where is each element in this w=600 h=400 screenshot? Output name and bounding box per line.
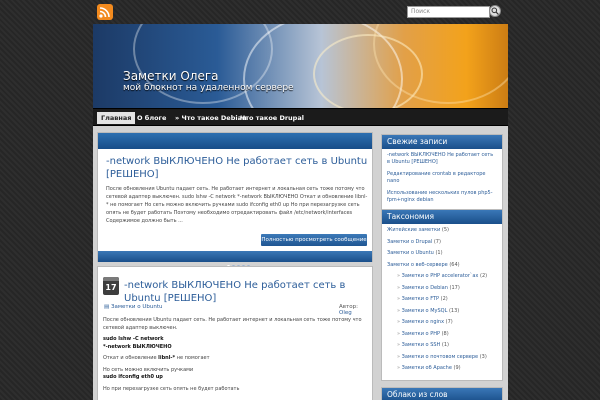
- taxonomy-link[interactable]: Заметки о nginx: [402, 319, 444, 325]
- taxonomy-count: (2): [440, 296, 448, 302]
- taxonomy-count: (2): [480, 273, 488, 279]
- taxonomy-count: (17): [449, 284, 460, 291]
- widget-title: Облако из слов: [382, 388, 502, 400]
- post-paragraph: Но при перезагрузке сеть опять не будет …: [103, 385, 240, 392]
- post-command: sudo ifconfig eth0 up: [103, 374, 163, 380]
- author-link[interactable]: Oleg: [339, 310, 352, 316]
- taxonomy-link[interactable]: Заметки о почтовом сервере: [402, 354, 478, 360]
- taxonomy-subitem[interactable]: Заметки о nginx (7): [387, 319, 497, 326]
- taxonomy-subitem[interactable]: Заметки о FTP (2): [387, 296, 497, 303]
- search-icon[interactable]: [489, 5, 501, 17]
- post-date-badge: 17: [103, 277, 119, 295]
- folder-icon: ▤: [104, 304, 110, 310]
- taxonomy-link[interactable]: Заметки о FTP: [402, 296, 439, 302]
- taxonomy-count: (3): [479, 353, 487, 360]
- rss-icon[interactable]: [97, 4, 113, 20]
- post-paragraph: После обновления Ubuntu падает сеть. Не …: [103, 317, 362, 331]
- taxonomy-subitem[interactable]: Заметки о PHP (8): [387, 331, 497, 338]
- recent-post-link[interactable]: Редактирование crontab в редакторе nano: [387, 171, 497, 185]
- featured-slider: -network ВЫКЛЮЧЕНО Не работает сеть в Ub…: [97, 132, 373, 268]
- widget-title: Свежие записи: [382, 135, 502, 149]
- taxonomy-count: (7): [433, 238, 441, 245]
- taxonomy-subitem[interactable]: Заметки об Apache (9): [387, 365, 497, 372]
- recent-post-link[interactable]: -network ВЫКЛЮЧЕНО Не работает сеть в Ub…: [387, 152, 497, 166]
- site-description: мой блокнот на удаленном сервере: [123, 83, 294, 93]
- nav-item-drupal[interactable]: Что такое Drupal: [236, 112, 308, 124]
- main-nav: Главная О блоге » Что такое Debian Что т…: [93, 108, 508, 126]
- post-body: После обновления Ubuntu падает сеть. Не …: [103, 317, 369, 397]
- taxonomy-item[interactable]: Заметки о Drupal (7): [387, 239, 497, 246]
- read-more-button[interactable]: Полностью просмотреть сообщение: [261, 234, 367, 246]
- taxonomy-link[interactable]: Заметки об Apache: [402, 365, 452, 371]
- taxonomy-link[interactable]: Заметки о SSH: [402, 342, 441, 348]
- taxonomy-link[interactable]: Заметки о PHP accelerator`ax: [402, 273, 479, 279]
- post-command: sudo lshw -C network: [103, 336, 164, 342]
- post-article: 17 -network ВЫКЛЮЧЕНО Не работает сеть в…: [97, 266, 373, 400]
- widget-title: Таксономия: [382, 210, 502, 224]
- nav-item-about[interactable]: О блоге: [133, 112, 170, 124]
- featured-title[interactable]: -network ВЫКЛЮЧЕНО Не работает сеть в Ub…: [106, 155, 368, 181]
- taxonomy-count: (5): [441, 227, 449, 233]
- taxonomy-count: (1): [441, 342, 449, 348]
- post-title[interactable]: -network ВЫКЛЮЧЕНО Не работает сеть в Ub…: [124, 279, 368, 305]
- taxonomy-link[interactable]: Заметки о MySQL: [402, 308, 448, 314]
- taxonomy-link[interactable]: Заметки о Drupal: [387, 239, 432, 245]
- taxonomy-subitem[interactable]: Заметки о PHP accelerator`ax (2): [387, 273, 497, 280]
- taxonomy-link[interactable]: Заметки о PHP: [402, 331, 440, 337]
- taxonomy-link[interactable]: Житейские заметки: [387, 227, 440, 233]
- taxonomy-link[interactable]: Заметки о Ubuntu: [387, 250, 434, 256]
- taxonomy-item[interactable]: Заметки о Ubuntu (1): [387, 250, 497, 257]
- featured-excerpt: После обновления Ubuntu падает сеть. Не …: [106, 186, 368, 224]
- post-text: Откат и обновление: [103, 355, 159, 361]
- taxonomy-count: (9): [453, 365, 461, 371]
- taxonomy-count: (64): [449, 261, 460, 268]
- taxonomy-subitem[interactable]: Заметки о Debian (17): [387, 285, 497, 292]
- taxonomy-subitem[interactable]: Заметки о почтовом сервере (3): [387, 354, 497, 361]
- post-category[interactable]: ▤ Заметки о Ubuntu: [104, 304, 162, 310]
- post-text: libnl-*: [158, 355, 176, 361]
- recent-post-link[interactable]: Использование нескольких пулов php5-fpm+…: [387, 190, 497, 204]
- recent-posts-widget: Свежие записи -network ВЫКЛЮЧЕНО Не рабо…: [381, 134, 503, 210]
- taxonomy-subitem[interactable]: Заметки о MySQL (13): [387, 308, 497, 315]
- taxonomy-count: (1): [435, 250, 443, 256]
- taxonomy-list: Житейские заметки (5) Заметки о Drupal (…: [382, 224, 502, 380]
- taxonomy-item[interactable]: Житейские заметки (5): [387, 227, 497, 234]
- nav-item-home[interactable]: Главная: [97, 112, 136, 124]
- slider-header-bar: [98, 133, 372, 149]
- slider-footer: [98, 251, 372, 268]
- taxonomy-link[interactable]: Заметки о веб-сервере: [387, 262, 448, 268]
- post-category-link[interactable]: Заметки о Ubuntu: [111, 304, 163, 310]
- taxonomy-link[interactable]: Заметки о Debian: [402, 285, 448, 291]
- taxonomy-count: (13): [448, 307, 460, 314]
- post-author: Автор: Oleg: [339, 304, 372, 316]
- taxonomy-widget: Таксономия Житейские заметки (5) Заметки…: [381, 209, 503, 381]
- top-bar: Поиск: [0, 0, 600, 24]
- post-text: не помогает: [175, 355, 210, 361]
- taxonomy-subitem[interactable]: Заметки о SSH (1): [387, 342, 497, 349]
- site-title[interactable]: Заметки Олега: [123, 69, 219, 83]
- post-command: *-network ВЫКЛЮЧЕНО: [103, 343, 172, 350]
- taxonomy-count: (8): [441, 330, 449, 337]
- taxonomy-item[interactable]: Заметки о веб-сервере (64): [387, 262, 497, 269]
- site-header: Заметки Олега мой блокнот на удаленном с…: [93, 24, 508, 108]
- taxonomy-count: (7): [445, 319, 453, 325]
- search-input[interactable]: Поиск: [407, 6, 490, 18]
- post-date-day: 17: [105, 283, 117, 292]
- word-cloud-widget: Облако из слов: [381, 387, 503, 400]
- post-text: Но сеть можно включить ручками: [103, 366, 194, 373]
